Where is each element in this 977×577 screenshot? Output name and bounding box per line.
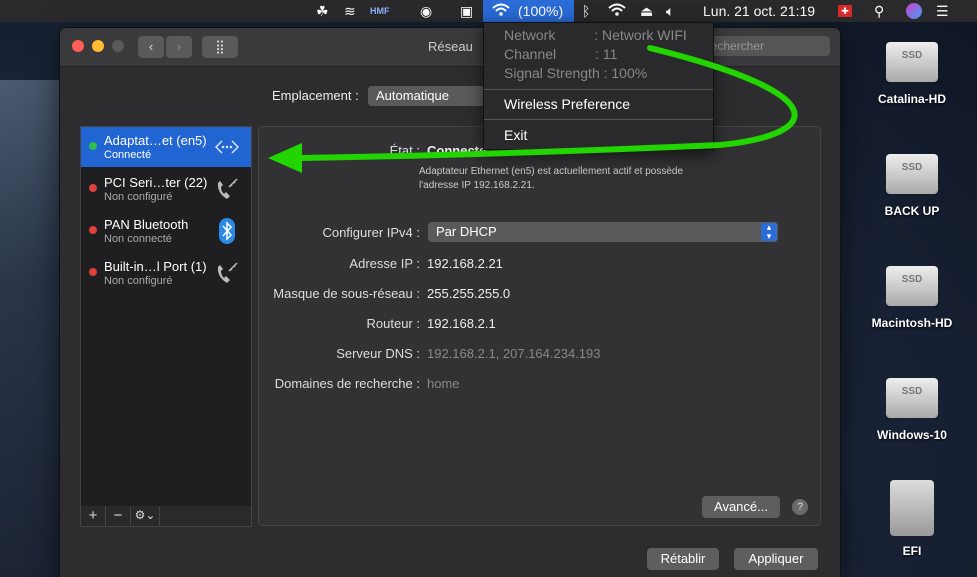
ssd-icon: SSD [886,378,938,418]
ssd-icon: SSD [886,266,938,306]
ssd-icon: SSD [886,42,938,82]
disk-name: Catalina-HD [877,92,946,106]
hard-drive-icon [890,480,934,536]
disk-name: BACK UP [884,204,940,218]
disk-name: Windows-10 [877,428,947,442]
disk-name: EFI [902,544,922,558]
ssd-icon: SSD [886,154,938,194]
desktop-disk[interactable]: SSD Macintosh-HD [862,266,962,330]
desktop-disk[interactable]: EFI [862,480,962,558]
disk-name: Macintosh-HD [871,316,953,330]
desktop-disk[interactable]: SSD Windows-10 [862,378,962,442]
desktop-disk[interactable]: SSD Catalina-HD [862,42,962,106]
desktop-disk[interactable]: SSD BACK UP [862,154,962,218]
annotation-arrow [268,45,798,173]
